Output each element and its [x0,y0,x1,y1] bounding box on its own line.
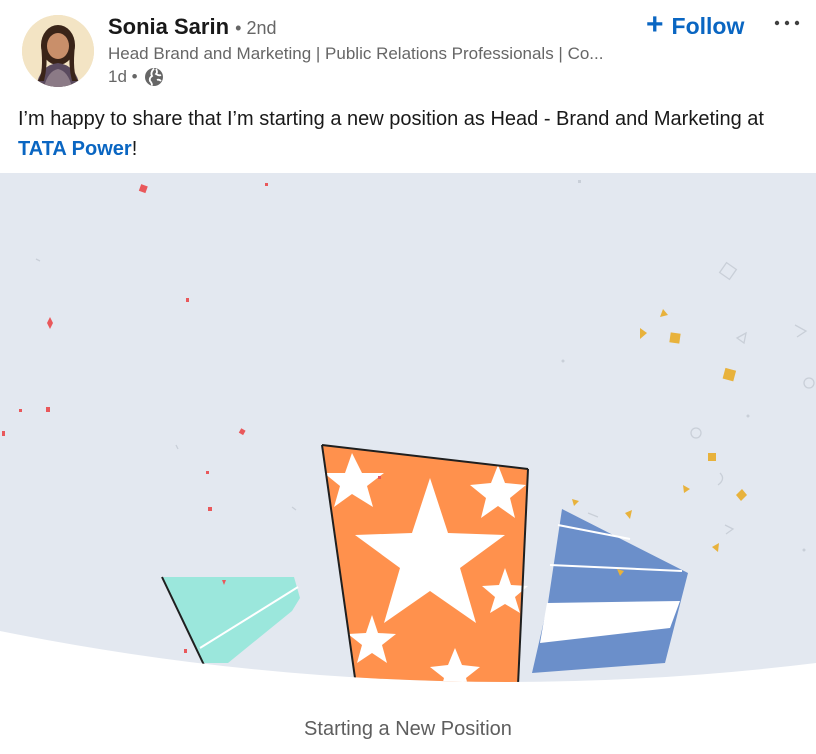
author-name[interactable]: Sonia Sarin [108,14,229,39]
post-text-end: ! [131,138,138,160]
globe-icon [144,67,164,87]
celebration-caption: Starting a New Position [304,718,512,740]
company-mention-link[interactable]: TATA Power [18,138,132,160]
celebration-card[interactable]: Starting a New Position [0,173,816,754]
more-options-button[interactable] [770,6,804,40]
orange-gift-box [321,444,529,682]
author-avatar[interactable] [22,15,94,87]
follow-label: Follow [671,12,745,39]
post-text-body: I’m happy to share that I’m starting a n… [18,108,764,130]
post-header: Sonia Sarin • 2nd Head Brand and Marketi… [0,0,816,100]
follow-button[interactable]: + Follow [640,7,750,42]
post-text: I’m happy to share that I’m starting a n… [18,104,808,164]
connection-degree: • 2nd [235,18,277,38]
plus-icon: + [646,7,664,41]
ellipsis-icon [774,20,800,26]
author-name-line[interactable]: Sonia Sarin • 2nd [108,14,277,40]
celebration-illustration [0,173,816,682]
post-meta: 1d • [108,67,164,87]
author-headline: Head Brand and Marketing | Public Relati… [108,44,604,63]
post-timestamp: 1d • [108,67,138,86]
